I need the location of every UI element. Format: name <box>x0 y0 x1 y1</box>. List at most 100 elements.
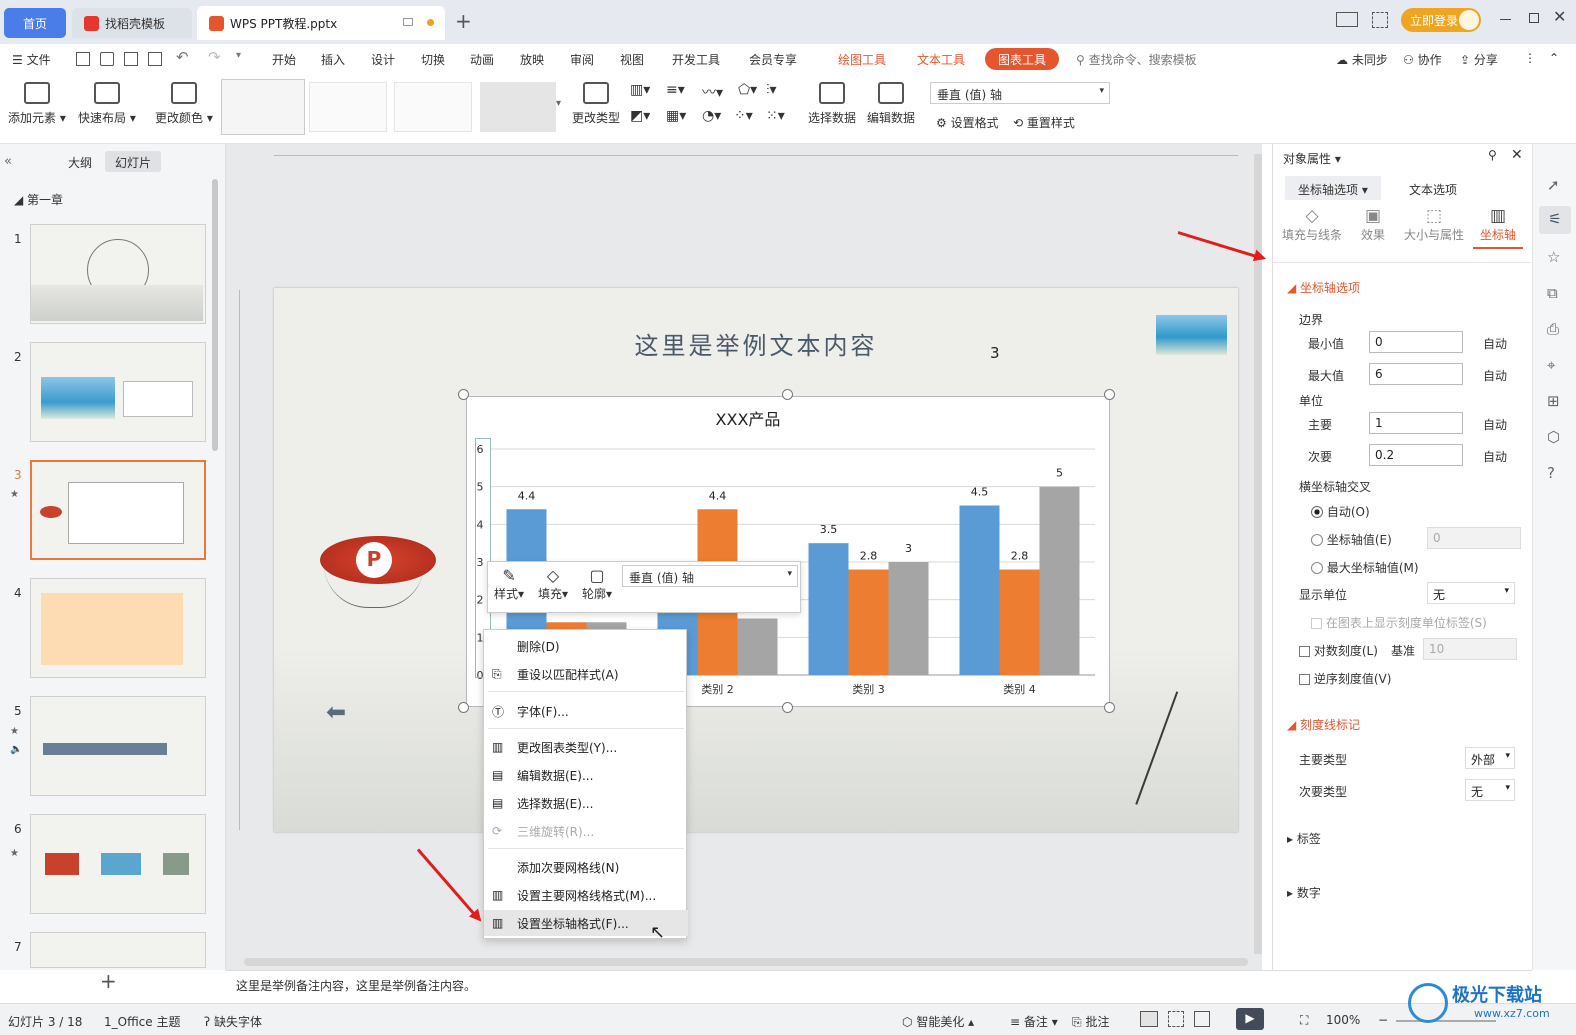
menu-design[interactable]: 设计 <box>371 51 395 68</box>
reset-style-button[interactable]: ⟲ 重置样式 <box>1013 114 1075 131</box>
back-arrow-icon[interactable]: ⬅ <box>326 698 346 726</box>
subtab-axis[interactable]: ▥ 坐标轴 <box>1473 206 1523 249</box>
slide-thumb-3[interactable] <box>30 460 206 560</box>
data-label[interactable]: 4.4 <box>518 489 536 502</box>
notes-toggle-button[interactable]: ≡ 备注 ▾ <box>1010 1013 1058 1030</box>
smart-beautify-button[interactable]: ⬡ 智能美化 ▴ <box>902 1013 974 1030</box>
slide-thumb-5[interactable] <box>30 696 206 796</box>
box-icon[interactable]: ⬡ <box>1547 428 1560 446</box>
radio-max-axis-value[interactable]: 最大坐标轴值(M) <box>1311 559 1419 576</box>
change-type-button[interactable]: 更改类型 <box>572 82 620 126</box>
sync-status[interactable]: ☁ 未同步 <box>1336 51 1388 68</box>
menu-item-edit-data[interactable]: ▤ 编辑数据(E)... <box>484 762 688 788</box>
print-icon[interactable] <box>124 52 138 66</box>
minimize-icon[interactable] <box>1500 19 1511 20</box>
chart-style-1[interactable] <box>221 79 305 135</box>
menu-item-delete[interactable]: 删除(D) <box>484 633 688 659</box>
data-label[interactable]: 2.8 <box>1011 550 1029 563</box>
redo-icon[interactable]: ↷ <box>208 48 221 66</box>
major-unit-input[interactable]: 1 <box>1369 412 1463 434</box>
help-icon[interactable]: ? <box>1547 464 1555 482</box>
radio-auto[interactable]: 自动(O) <box>1311 503 1370 520</box>
section-number[interactable]: ▸ 数字 <box>1287 884 1321 901</box>
theme-name[interactable]: 1_Office 主题 <box>104 1013 180 1030</box>
zoom-out-icon[interactable]: − <box>1378 1013 1388 1027</box>
subtab-effects[interactable]: ▣ 效果 <box>1345 206 1401 243</box>
section-axis-options[interactable]: ◢ 坐标轴选项 <box>1287 279 1360 296</box>
x-category-label[interactable]: 类别 2 <box>701 682 734 696</box>
resize-handle[interactable] <box>782 702 793 713</box>
menu-item-add-minor-gridlines[interactable]: 添加次要网格线(N) <box>484 854 688 880</box>
screen-icon[interactable] <box>403 18 413 26</box>
chart-style-3[interactable] <box>394 82 472 132</box>
vertical-scrollbar[interactable] <box>1254 154 1262 954</box>
display-unit-select[interactable]: 无 ▾ <box>1427 582 1515 604</box>
min-auto-button[interactable]: 自动 <box>1483 335 1507 352</box>
maximize-icon[interactable] <box>1529 13 1539 23</box>
resize-handle[interactable] <box>458 702 469 713</box>
line-chart-icon[interactable]: 〰▾ <box>702 82 723 102</box>
rocket-icon[interactable]: ➚ <box>1547 176 1560 194</box>
menu-drawing-tools[interactable]: 绘图工具 <box>838 51 886 68</box>
chart-title[interactable]: XXX产品 <box>716 410 781 429</box>
menu-start[interactable]: 开始 <box>272 51 296 68</box>
pin-location-icon[interactable]: ⌖ <box>1547 356 1555 374</box>
radar-chart-icon[interactable]: ⬠▾ <box>738 82 757 98</box>
radio-axis-value[interactable]: 坐标轴值(E) <box>1311 531 1392 548</box>
window-layout-icon[interactable] <box>1336 12 1358 27</box>
resize-handle[interactable] <box>458 389 469 400</box>
stock-chart-icon[interactable]: ⫶▾ <box>766 82 777 98</box>
scatter-chart-icon[interactable]: ⁘▾ <box>734 108 753 124</box>
book-icon[interactable]: ⊞ <box>1547 392 1560 410</box>
slide-thumb-7[interactable] <box>30 932 206 968</box>
apps-grid-icon[interactable] <box>1372 12 1388 28</box>
play-slideshow-button[interactable]: ▶ <box>1236 1008 1264 1030</box>
print-preview-icon[interactable] <box>148 52 162 66</box>
tab-slides[interactable]: 幻灯片 <box>105 151 161 172</box>
bar[interactable] <box>808 543 849 675</box>
horizontal-scrollbar[interactable] <box>244 958 1248 966</box>
menu-animation[interactable]: 动画 <box>470 51 494 68</box>
edit-data-button[interactable]: 编辑数据 <box>867 82 915 126</box>
section-tick-marks[interactable]: ◢ 刻度线标记 <box>1287 716 1360 733</box>
zoom-level[interactable]: 100% <box>1326 1013 1360 1027</box>
transition-icon[interactable]: ⧉ <box>1547 284 1558 302</box>
menu-insert[interactable]: 插入 <box>321 51 345 68</box>
fit-window-icon[interactable]: ⛶ <box>1300 1013 1308 1028</box>
bubble-chart-icon[interactable]: ⁙▾ <box>766 108 785 124</box>
outline-button[interactable]: ▢ 轮廓▾ <box>582 566 612 602</box>
menu-item-change-chart-type[interactable]: ▥ 更改图表类型(Y)... <box>484 734 688 760</box>
share-button[interactable]: ⇪ 分享 <box>1460 51 1498 68</box>
quick-layout-button[interactable]: 快速布局 ▾ <box>78 82 136 126</box>
style-gallery-more-icon[interactable]: ▾ <box>556 98 561 109</box>
bar[interactable] <box>999 569 1040 675</box>
max-auto-button[interactable]: 自动 <box>1483 367 1507 384</box>
properties-icon[interactable]: ⚟ <box>1539 206 1571 234</box>
section-header[interactable]: ◢ 第一章 <box>14 191 63 208</box>
tab-axis-options[interactable]: 坐标轴选项 ▾ <box>1285 176 1381 200</box>
menu-text-tools[interactable]: 文本工具 <box>917 51 965 68</box>
bar[interactable] <box>959 505 1000 676</box>
subtab-fill-line[interactable]: ◇ 填充与线条 <box>1279 206 1345 243</box>
tab-daoke-template[interactable]: 找稻壳模板 <box>72 8 192 38</box>
slide-thumb-1[interactable] <box>30 224 206 324</box>
slide-thumb-2[interactable] <box>30 342 206 442</box>
tab-outline[interactable]: 大纲 <box>68 154 92 171</box>
select-data-button[interactable]: 选择数据 <box>808 82 856 126</box>
comment-button[interactable]: ⎘ 批注 <box>1072 1013 1109 1030</box>
export-pdf-icon[interactable] <box>100 52 114 66</box>
align-icon[interactable]: ≡▾ <box>666 82 685 98</box>
undo-icon[interactable]: ↶ <box>176 48 189 66</box>
pie-chart-icon[interactable]: ◔▾ <box>702 108 721 124</box>
menu-developer[interactable]: 开发工具 <box>672 51 720 68</box>
bar-chart-icon[interactable]: ▥▾ <box>630 82 650 98</box>
collapse-ribbon-icon[interactable]: ⌃ <box>1549 51 1559 65</box>
bar[interactable] <box>888 562 929 675</box>
menu-view[interactable]: 视图 <box>620 51 644 68</box>
grid-view-icon[interactable] <box>1168 1011 1184 1027</box>
panel-title[interactable]: 对象属性 ▾ <box>1283 150 1341 167</box>
new-tab-icon[interactable]: + <box>455 9 472 33</box>
resize-handle[interactable] <box>782 389 793 400</box>
data-label[interactable]: 4.5 <box>971 486 989 499</box>
scrollbar[interactable] <box>212 179 218 451</box>
